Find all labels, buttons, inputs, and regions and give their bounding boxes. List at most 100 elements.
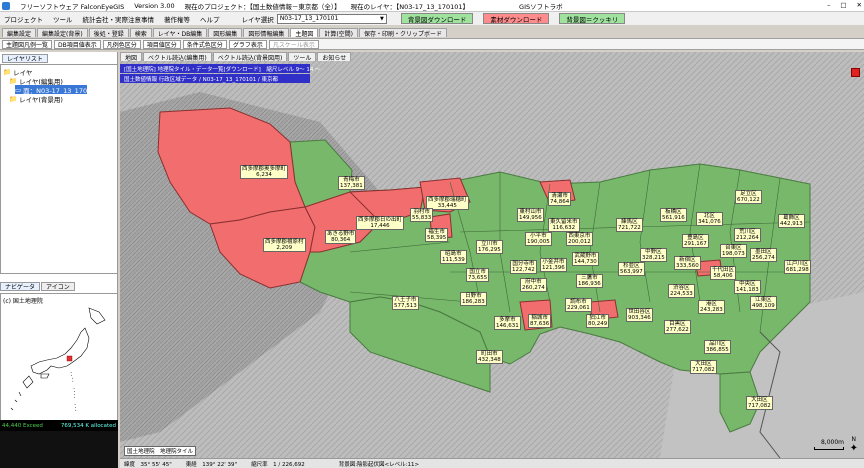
tab-shape-edit[interactable]: 図形編集 <box>208 28 243 38</box>
tab-navigator[interactable]: ナビゲータ <box>0 282 41 291</box>
japan-overview-map <box>10 307 106 413</box>
map-label[interactable]: 西多摩郡奥多摩町 6,234 <box>240 165 289 179</box>
tab-search[interactable]: 検索 <box>129 28 152 38</box>
map-label[interactable]: 葛飾区 442,913 <box>778 214 805 228</box>
map-label[interactable]: 武蔵野市 144,730 <box>572 252 599 266</box>
menu-help[interactable]: ヘルプ <box>200 14 220 24</box>
layer-select-dropdown[interactable]: N03-17_13_170101 ▼ <box>276 13 387 24</box>
menu-tools[interactable]: ツール <box>53 14 73 24</box>
tree-node-bg-layer[interactable]: 📁 レイヤ(背景用) <box>3 94 115 104</box>
map-label[interactable]: 西多摩郡檜原村 2,209 <box>263 238 306 252</box>
map-label[interactable]: 練馬区 721,722 <box>616 218 643 232</box>
map-label[interactable]: 新宿区 333,560 <box>674 256 701 270</box>
material-download-button[interactable]: 素材ダウンロード <box>483 13 550 24</box>
tab-map-tools[interactable]: ツール <box>288 52 317 62</box>
map-label[interactable]: 多摩市 146,631 <box>494 316 521 330</box>
map-label[interactable]: 江東区 498,109 <box>750 296 777 310</box>
menu-notes[interactable]: 統計会社・実際注意事情 <box>83 14 155 24</box>
memory-exceed: 44,440 Exceed <box>2 422 43 429</box>
map-label[interactable]: あきる野市 80,364 <box>325 230 357 244</box>
map-label[interactable]: 台東区 198,073 <box>720 244 747 258</box>
map-label[interactable]: 東村山市 149,956 <box>517 208 544 222</box>
map-label[interactable]: 渋谷区 224,533 <box>668 284 695 298</box>
minimize-icon[interactable]: – <box>827 1 830 9</box>
map-label[interactable]: 大田区 717,082 <box>746 396 773 410</box>
close-map-icon[interactable] <box>851 68 860 77</box>
title-bar: フリーソフトウェア FalconEyeGIS Version 3.00 現在のプ… <box>0 0 864 12</box>
menu-project[interactable]: プロジェクト <box>4 14 43 24</box>
tile-source-bar[interactable]: [国土地理院] 地理院タイル・データ一覧[ダウンロード] 縮尺レベル 9～ 14… <box>120 64 321 73</box>
map-label[interactable]: 江戸川区 681,298 <box>784 260 811 274</box>
map-label[interactable]: 千代田区 58,406 <box>710 266 737 280</box>
map-label[interactable]: 中央区 141,183 <box>734 280 761 294</box>
tab-post-register[interactable]: 後処・登録 <box>88 28 129 38</box>
map-label[interactable]: 清瀬市 74,864 <box>548 192 572 206</box>
tab-spatial-calc[interactable]: 計算(空間) <box>319 28 359 38</box>
map-label[interactable]: 日野市 186,283 <box>460 292 487 306</box>
tab-layer-list[interactable]: レイヤリスト <box>2 54 48 63</box>
map-label[interactable]: 町田市 432,348 <box>476 350 503 364</box>
map-label[interactable]: 目黒区 277,622 <box>664 320 691 334</box>
map-label[interactable]: 立川市 176,295 <box>476 240 503 254</box>
map-view[interactable]: 地図 ベクトル読込(編集用) ベクトル読込(背景図用) ツール お知らせ [国土… <box>120 52 864 458</box>
map-label[interactable]: 三鷹市 186,936 <box>576 274 603 288</box>
map-label[interactable]: 板橋区 561,916 <box>660 208 687 222</box>
layer-select-value: N03-17_13_170101 <box>279 15 339 22</box>
map-label[interactable]: 小平市 190,005 <box>525 232 552 246</box>
map-label[interactable]: 足立区 670,122 <box>735 190 762 204</box>
map-label[interactable]: 北区 341,076 <box>696 212 723 226</box>
map-label[interactable]: 小金井市 121,396 <box>540 258 567 272</box>
map-label[interactable]: 府中市 260,274 <box>520 278 547 292</box>
map-label[interactable]: 西東京市 200,012 <box>566 232 593 246</box>
map-label[interactable]: 八王子市 577,513 <box>392 296 419 310</box>
map-label[interactable]: 狛江市 80,249 <box>586 314 610 328</box>
map-label[interactable]: 稲城市 87,636 <box>528 314 552 328</box>
map-label[interactable]: 杉並区 563,997 <box>618 262 645 276</box>
tab-map[interactable]: 地図 <box>120 52 143 62</box>
map-label[interactable]: 中野区 328,215 <box>640 248 667 262</box>
background-download-button[interactable]: 背景図ダウンロード <box>400 13 474 24</box>
map-label[interactable]: 西多摩郡日の出町 17,446 <box>356 216 405 230</box>
legend-color-button[interactable]: 凡例色区分 <box>102 39 141 49</box>
tab-notices[interactable]: お知らせ <box>317 52 352 62</box>
map-label[interactable]: 羽村市 55,833 <box>410 208 434 222</box>
map-label[interactable]: 豊島区 291,167 <box>682 234 709 248</box>
tab-vector-bg[interactable]: ベクトル読込(背景図用) <box>212 52 288 62</box>
map-label[interactable]: 港区 243,283 <box>698 300 725 314</box>
map-credit: 国土地理院 地理院タイル <box>124 446 197 456</box>
map-label[interactable]: 昭島市 111,539 <box>440 250 467 264</box>
tab-vector-edit[interactable]: ベクトル読込(編集用) <box>143 52 212 62</box>
map-label[interactable]: 東久留米市 116,632 <box>548 218 580 232</box>
scale-display-button[interactable]: 凡スケール表示 <box>268 39 319 49</box>
background-sharpen-button[interactable]: 背景図＝クッキリ <box>559 13 626 24</box>
db-value-display-button[interactable]: DB項目値表示 <box>54 39 101 49</box>
tab-layer-db-edit[interactable]: レイヤ・DB編集 <box>152 28 208 38</box>
tab-edit-settings[interactable]: 編集設定 <box>2 28 37 38</box>
map-label[interactable]: 国立市 73,655 <box>466 268 490 282</box>
condition-color-button[interactable]: 条件式色区分 <box>182 39 227 49</box>
tab-edit-settings-bg[interactable]: 編集設定(背景) <box>37 28 88 38</box>
maximize-icon[interactable]: □ <box>840 1 846 9</box>
map-label[interactable]: 大田区 717,082 <box>690 360 717 374</box>
tab-icons[interactable]: アイコン <box>41 282 75 291</box>
layer-source-bar[interactable]: 国土数値情報 行政区域データ / N03-17_13_170101 / 東京都 <box>120 74 310 83</box>
app-version: Version 3.00 <box>134 1 175 10</box>
map-label[interactable]: 国分寺市 122,742 <box>510 260 537 274</box>
map-label[interactable]: 世田谷区 903,346 <box>626 308 653 322</box>
status-background: 背景図:陰影起伏図<レベル:11> <box>338 461 420 468</box>
map-label[interactable]: 墨田区 256,274 <box>750 248 777 262</box>
map-label[interactable]: 福生市 58,395 <box>425 228 449 242</box>
tab-thematic-map[interactable]: 主題図 <box>290 28 319 38</box>
tab-save-print[interactable]: 保存・印刷・クリップボード <box>359 28 448 38</box>
map-label[interactable]: 荒川区 212,264 <box>734 228 761 242</box>
map-label[interactable]: 青梅市 137,381 <box>338 176 365 190</box>
close-icon[interactable]: ✕ <box>857 1 862 9</box>
menu-copyright[interactable]: 著作権等 <box>164 14 190 24</box>
legend-list-button[interactable]: 主題図凡例一覧 <box>2 39 53 49</box>
map-label[interactable]: 調布市 229,061 <box>565 298 592 312</box>
tab-shape-info-edit[interactable]: 図形情報編集 <box>243 28 290 38</box>
map-label[interactable]: 品川区 386,855 <box>704 340 731 354</box>
status-lon: 東経 139° 22' 39" <box>185 461 238 468</box>
item-value-class-button[interactable]: 項目値区分 <box>142 39 181 49</box>
graph-display-button[interactable]: グラフ表示 <box>228 39 267 49</box>
